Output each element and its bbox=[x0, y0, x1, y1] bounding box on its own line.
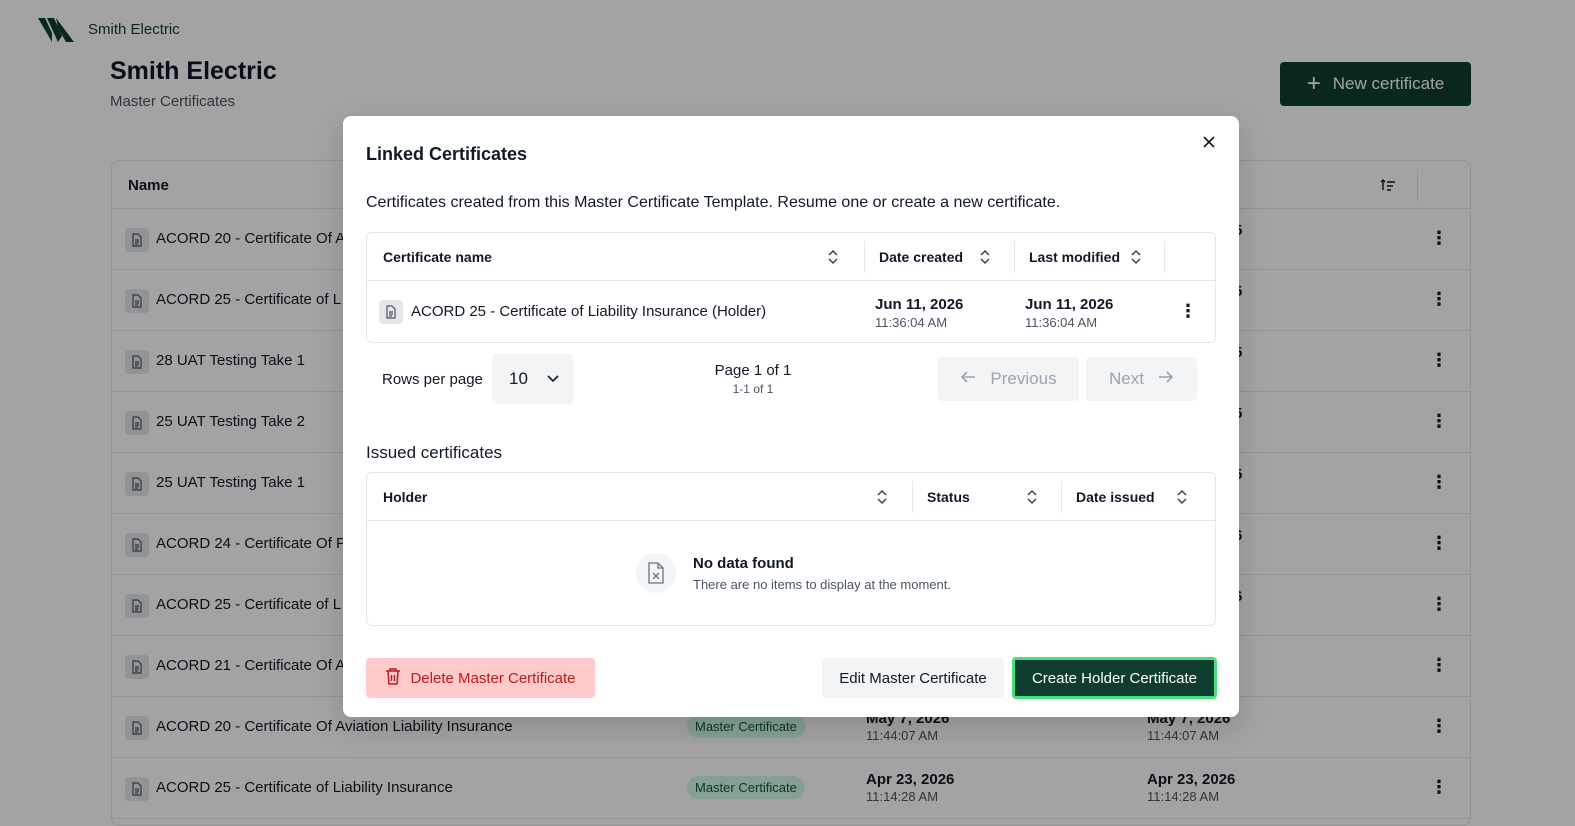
header-divider bbox=[864, 241, 865, 273]
sort-icon[interactable] bbox=[1176, 489, 1188, 510]
next-page-button[interactable]: Next bbox=[1086, 357, 1197, 401]
header-divider bbox=[1164, 241, 1165, 273]
sort-icon[interactable] bbox=[827, 249, 839, 270]
trash-icon bbox=[385, 667, 401, 689]
edit-master-certificate-button[interactable]: Edit Master Certificate bbox=[822, 658, 1004, 698]
page-indicator: Page 1 of 1 bbox=[714, 362, 792, 379]
dialog-description: Certificates created from this Master Ce… bbox=[366, 194, 1061, 211]
chevron-down-icon bbox=[546, 369, 560, 389]
column-header-holder[interactable]: Holder bbox=[383, 473, 427, 521]
rows-per-page-value: 10 bbox=[509, 369, 528, 388]
issued-certificates-table: Holder Status Date issued No data found … bbox=[366, 472, 1216, 626]
column-header-date-created[interactable]: Date created bbox=[879, 233, 963, 281]
delete-label: Delete Master Certificate bbox=[410, 669, 576, 687]
document-icon bbox=[379, 300, 403, 324]
header-divider bbox=[1061, 481, 1062, 513]
time-created: 11:36:04 AM bbox=[875, 315, 948, 330]
last-modified-date: Jun 11, 2026 bbox=[1025, 296, 1114, 313]
previous-label: Previous bbox=[990, 369, 1057, 388]
close-icon[interactable] bbox=[1199, 132, 1219, 152]
issued-table-header: Holder Status Date issued bbox=[367, 473, 1215, 521]
previous-page-button[interactable]: Previous bbox=[938, 357, 1079, 401]
column-header-date-issued[interactable]: Date issued bbox=[1076, 473, 1155, 521]
arrow-left-icon bbox=[960, 369, 976, 389]
next-label: Next bbox=[1109, 369, 1144, 388]
delete-master-certificate-button[interactable]: Delete Master Certificate bbox=[366, 658, 595, 698]
date-created: Jun 11, 2026 bbox=[875, 296, 964, 313]
empty-state-message: There are no items to display at the mom… bbox=[693, 577, 951, 592]
certificate-name[interactable]: ACORD 25 - Certificate of Liability Insu… bbox=[411, 303, 766, 320]
column-header-certificate-name[interactable]: Certificate name bbox=[383, 233, 492, 281]
rows-per-page-label: Rows per page bbox=[382, 371, 483, 388]
column-header-last-modified[interactable]: Last modified bbox=[1029, 233, 1120, 281]
header-divider bbox=[912, 481, 913, 513]
issued-certificates-title: Issued certificates bbox=[366, 443, 503, 462]
empty-state-title: No data found bbox=[693, 555, 794, 572]
arrow-right-icon bbox=[1158, 369, 1174, 389]
header-divider bbox=[1014, 241, 1015, 273]
more-options-icon[interactable]: ⋮ bbox=[1179, 302, 1197, 320]
create-holder-certificate-button[interactable]: Create Holder Certificate bbox=[1012, 657, 1217, 699]
file-x-icon bbox=[636, 553, 676, 593]
sort-icon[interactable] bbox=[979, 249, 991, 270]
linked-certificates-dialog: Linked Certificates Certificates created… bbox=[343, 116, 1239, 717]
page-range: 1-1 of 1 bbox=[732, 382, 774, 396]
sort-icon[interactable] bbox=[876, 489, 888, 510]
column-header-status[interactable]: Status bbox=[927, 473, 970, 521]
linked-table-header: Certificate name Date created Last modif… bbox=[367, 233, 1215, 281]
table-row[interactable]: ACORD 25 - Certificate of Liability Insu… bbox=[367, 282, 1215, 342]
sort-icon[interactable] bbox=[1026, 489, 1038, 510]
rows-per-page-select[interactable]: 10 bbox=[492, 354, 573, 404]
dialog-title: Linked Certificates bbox=[366, 144, 528, 164]
last-modified-time: 11:36:04 AM bbox=[1025, 315, 1098, 330]
sort-icon[interactable] bbox=[1130, 249, 1142, 270]
linked-certificates-table: Certificate name Date created Last modif… bbox=[366, 232, 1216, 343]
